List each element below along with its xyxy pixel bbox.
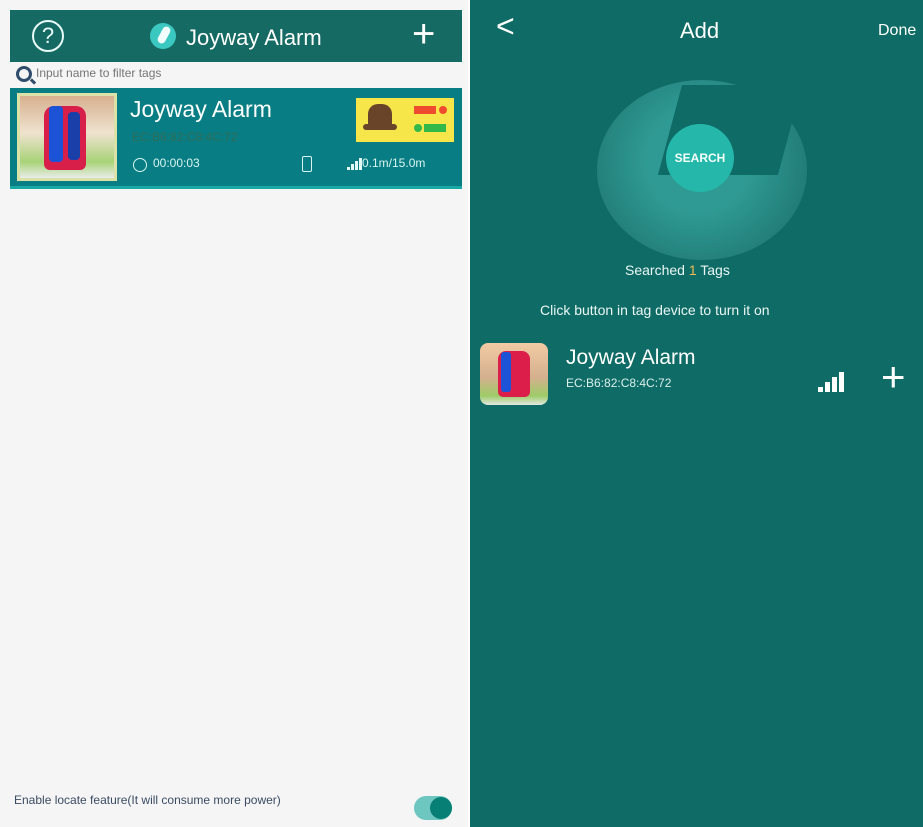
signal-icon (347, 158, 362, 170)
signal-strength-icon (818, 368, 852, 392)
tag-filter-search (14, 64, 464, 84)
tag-list-screen: ? Joyway Alarm + Joyway Alarm EC:B6:82:C… (0, 0, 468, 827)
app-title: Joyway Alarm (186, 25, 322, 50)
signal-bar (839, 372, 844, 392)
searched-suffix: Tags (700, 262, 730, 278)
help-icon[interactable]: ? (32, 20, 64, 52)
back-icon[interactable]: < (496, 10, 515, 42)
timer-icon (133, 158, 147, 172)
searched-prefix: Searched (625, 262, 685, 278)
tag-distance: 0.1m/15.0m (362, 156, 426, 170)
alarm-bell-icon (363, 104, 397, 130)
green-arrow-bar (424, 124, 446, 132)
app-logo-icon (150, 23, 176, 49)
alarm-status-badge[interactable] (356, 98, 454, 142)
tag-card[interactable]: Joyway Alarm EC:B6:82:C8:4C:72 00:00:03 … (10, 88, 462, 189)
backpack-thumbnail (17, 93, 117, 181)
add-device-icon[interactable]: + (881, 356, 906, 398)
locate-feature-toggle[interactable] (414, 796, 452, 820)
result-mac-address: EC:B6:82:C8:4C:72 (566, 376, 672, 390)
battery-icon (302, 156, 312, 172)
tag-name: Joyway Alarm (130, 96, 272, 122)
result-thumbnail (480, 343, 548, 405)
tag-timer: 00:00:03 (153, 156, 200, 170)
signal-bar (351, 164, 354, 170)
signal-bar (355, 161, 358, 170)
red-arrow-bar (414, 106, 436, 114)
result-backpack-image (498, 351, 530, 397)
search-button[interactable]: SEARCH (666, 124, 734, 192)
add-tag-icon[interactable]: + (412, 14, 435, 54)
searched-count: 1 (688, 262, 697, 278)
locate-feature-label: Enable locate feature(It will consume mo… (14, 793, 281, 807)
result-tag-name: Joyway Alarm (566, 346, 696, 369)
direction-arrows-icon (414, 104, 447, 136)
tag-activation-hint: Click button in tag device to turn it on (540, 302, 770, 318)
signal-bar (818, 387, 823, 392)
red-arrow-dot (439, 106, 447, 114)
toggle-knob[interactable] (430, 797, 452, 819)
backpack-image (44, 106, 86, 170)
done-button[interactable]: Done (878, 22, 916, 40)
tag-mac-address: EC:B6:82:C8:4C:72 (132, 130, 238, 144)
search-result-row[interactable]: Joyway Alarm EC:B6:82:C8:4C:72 + (470, 338, 923, 414)
search-icon (16, 66, 32, 82)
app-header: ? Joyway Alarm + (10, 10, 462, 62)
add-device-screen: < Add Done SEARCH Searched 1 Tags Click … (470, 0, 923, 827)
signal-bar (832, 377, 837, 392)
signal-bar (347, 167, 350, 170)
signal-bar (825, 382, 830, 392)
green-arrow-dot (414, 124, 422, 132)
tag-filter-input[interactable] (36, 64, 436, 82)
page-title: Add (680, 18, 720, 43)
search-result-summary: Searched 1 Tags (625, 262, 730, 278)
